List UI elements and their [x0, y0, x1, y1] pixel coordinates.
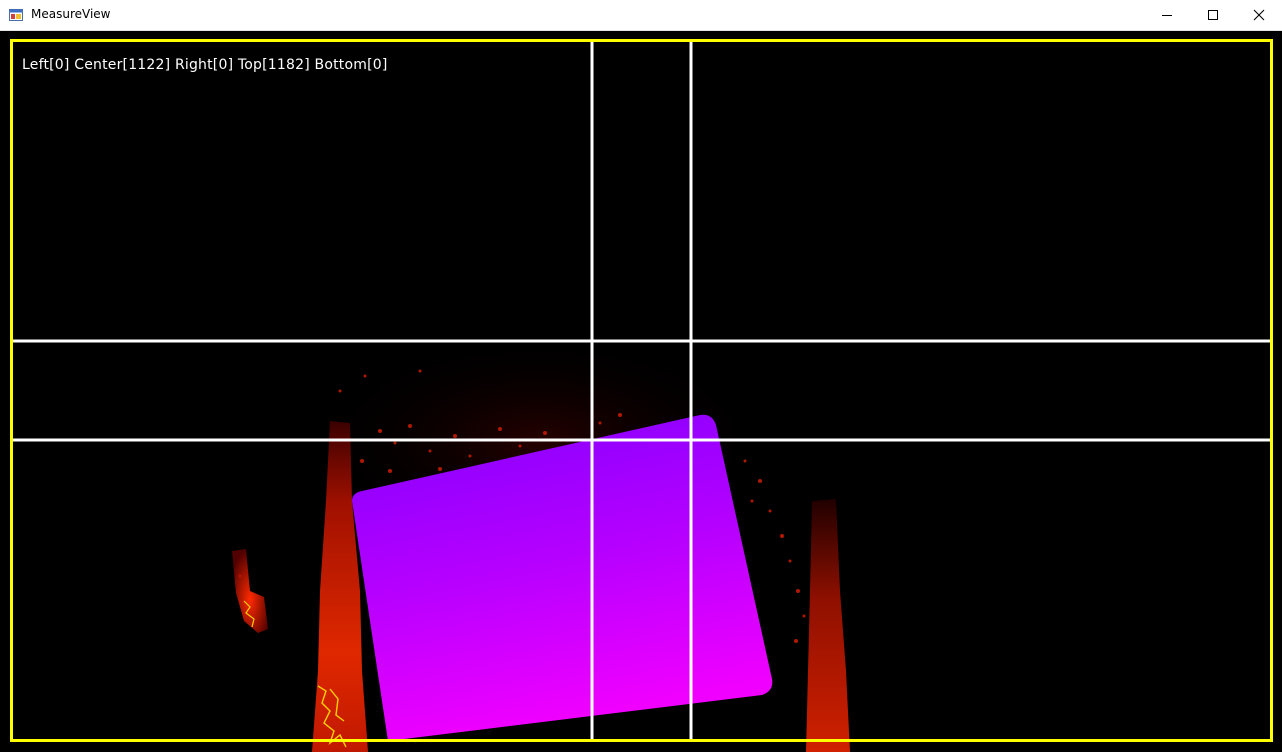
close-button[interactable]	[1236, 0, 1282, 30]
maximize-icon	[1208, 10, 1218, 20]
measurement-readout: Left[0] Center[1122] Right[0] Top[1182] …	[22, 57, 388, 73]
minimize-icon	[1162, 15, 1172, 16]
measureview-window: MeasureView Left[0] Center[1122] Right[0…	[0, 0, 1282, 752]
right-pillar	[806, 499, 850, 752]
title-bar[interactable]: MeasureView	[0, 0, 1282, 31]
small-heat-blob	[232, 549, 268, 633]
window-title: MeasureView	[31, 7, 111, 21]
measurement-viewport[interactable]: Left[0] Center[1122] Right[0] Top[1182] …	[0, 31, 1282, 752]
depth-image	[10, 39, 1273, 752]
maximize-button[interactable]	[1190, 0, 1236, 30]
close-icon	[1253, 9, 1265, 21]
minimize-button[interactable]	[1144, 0, 1190, 30]
app-window-icon	[9, 9, 23, 21]
